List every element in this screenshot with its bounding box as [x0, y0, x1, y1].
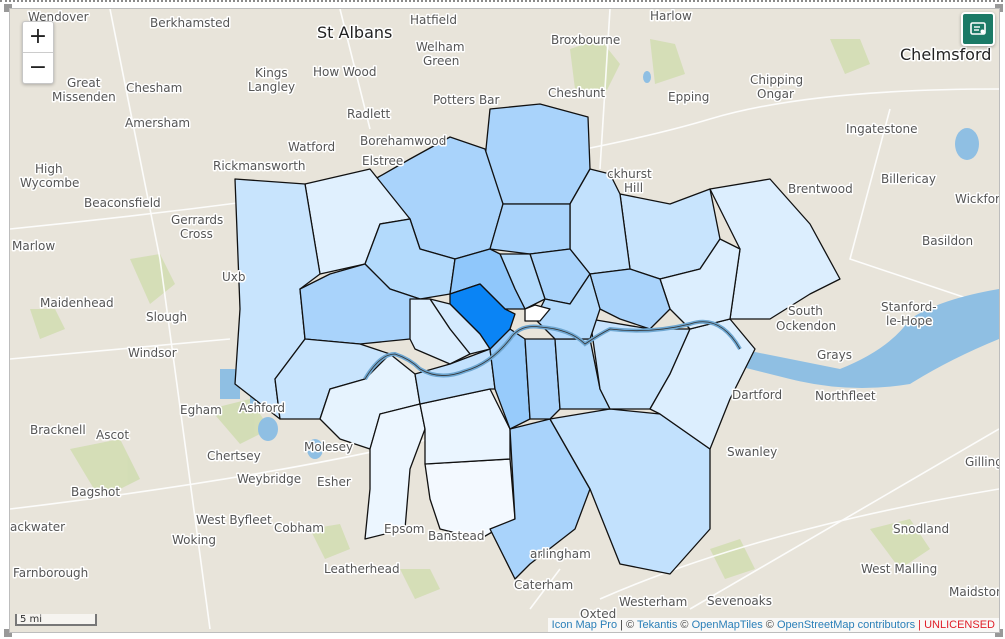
- label-northfleet: Northfleet: [815, 389, 876, 403]
- legend-card-icon: [970, 22, 986, 35]
- borough-layer: [234, 103, 841, 580]
- label-harlow: Harlow: [650, 9, 692, 23]
- label-missenden: Missenden: [52, 90, 116, 104]
- label-amersham: Amersham: [125, 116, 190, 130]
- label-chipping: Chipping: [750, 73, 803, 87]
- label-egham: Egham: [180, 403, 222, 417]
- label-farnborough: Farnborough: [13, 566, 88, 580]
- label-langley: Langley: [248, 80, 295, 94]
- label-green: Green: [423, 54, 459, 68]
- label-ingatestone: Ingatestone: [846, 122, 918, 136]
- label-west-byfleet: West Byfleet: [196, 513, 272, 527]
- label-epsom: Epsom: [384, 522, 424, 536]
- label-marlow: Marlow: [12, 239, 55, 253]
- attribution-sep-3: ©: [762, 619, 777, 631]
- label-south: South: [788, 304, 823, 318]
- zoom-out-button[interactable]: −: [23, 52, 53, 83]
- label-slough: Slough: [146, 310, 187, 324]
- label-molesey: Molesey: [304, 440, 353, 454]
- label-weybridge: Weybridge: [237, 472, 301, 486]
- label-woking: Woking: [172, 533, 216, 547]
- tekantis-link[interactable]: Tekantis: [637, 619, 677, 631]
- label-ockendon: Ockendon: [776, 319, 836, 333]
- borough-newham[interactable]: [589, 268, 671, 330]
- label-welham: Welham: [416, 40, 465, 54]
- label-st-albans: St Albans: [317, 23, 392, 42]
- label-rickmansworth: Rickmansworth: [213, 159, 306, 173]
- label-how-wood: How Wood: [313, 65, 376, 79]
- label-uxbridge: Uxb: [222, 270, 246, 284]
- icon-map-pro-link[interactable]: Icon Map Pro: [552, 619, 617, 631]
- label-windsor: Windsor: [128, 346, 177, 360]
- label-gillingham: Gilling: [965, 455, 999, 469]
- unlicensed-badge: | UNLICENSED: [915, 619, 995, 631]
- label-brentwood: Brentwood: [788, 182, 853, 196]
- label-stanford: Stanford-: [881, 300, 937, 314]
- label-ascot: Ascot: [96, 428, 129, 442]
- borough-southwark[interactable]: [524, 338, 561, 420]
- label-cross: Cross: [180, 227, 213, 241]
- openmaptiles-link[interactable]: OpenMapTiles: [692, 619, 763, 631]
- openstreetmap-link[interactable]: OpenStreetMap contributors: [777, 619, 915, 631]
- label-basildon: Basildon: [922, 234, 973, 248]
- label-billericay: Billericay: [881, 172, 936, 186]
- label-wycombe: Wycombe: [20, 176, 79, 190]
- borough-enfield[interactable]: [484, 103, 591, 205]
- label-broxbourne: Broxbourne: [551, 33, 620, 47]
- map-canvas[interactable]: Wendover Berkhamsted St Albans Hatfield …: [10, 9, 999, 632]
- label-bagshot: Bagshot: [71, 485, 120, 499]
- label-le-hope: le-Hope: [886, 314, 932, 328]
- label-snodland: Snodland: [893, 522, 949, 536]
- map-visual[interactable]: Wendover Berkhamsted St Albans Hatfield …: [9, 8, 1000, 633]
- label-blackwater: ackwater: [10, 520, 65, 534]
- label-swanley: Swanley: [727, 445, 777, 459]
- label-caterham: Caterham: [514, 578, 573, 592]
- label-chertsey: Chertsey: [207, 449, 261, 463]
- label-ashford: Ashford: [239, 401, 285, 415]
- zoom-in-button[interactable]: +: [23, 22, 53, 52]
- label-borehamwood: Borehamwood: [360, 134, 446, 148]
- label-epping: Epping: [668, 90, 709, 104]
- label-bracknell: Bracknell: [30, 423, 86, 437]
- label-warlingham: arlingham: [530, 547, 591, 561]
- label-beaconsfield: Beaconsfield: [84, 196, 161, 210]
- label-high: High: [35, 162, 63, 176]
- label-gerrards: Gerrards: [171, 213, 223, 227]
- attribution-sep-1: | ©: [617, 619, 638, 631]
- label-dartford: Dartford: [732, 388, 782, 402]
- label-great: Great: [67, 76, 101, 90]
- label-chesham: Chesham: [126, 81, 182, 95]
- label-radlett: Radlett: [347, 107, 390, 121]
- label-esher: Esher: [317, 475, 351, 489]
- label-potters-bar: Potters Bar: [433, 93, 500, 107]
- label-buckhurst: ckhurst: [607, 167, 652, 181]
- legend-toggle-button[interactable]: [961, 12, 995, 46]
- label-wickford: Wickford: [955, 192, 999, 206]
- label-elstree: Elstree: [362, 154, 403, 168]
- label-grays: Grays: [817, 348, 852, 362]
- label-chelmsford: Chelmsford: [900, 45, 991, 64]
- scale-bar: 5 mi: [15, 614, 97, 626]
- label-maidstone: Maidstone: [949, 585, 999, 599]
- zoom-control: + −: [22, 21, 54, 84]
- label-ongar: Ongar: [757, 87, 794, 101]
- borough-haringey[interactable]: [489, 203, 571, 255]
- label-maidenhead: Maidenhead: [40, 296, 114, 310]
- attribution-sep-2: ©: [677, 619, 692, 631]
- label-cheshunt: Cheshunt: [548, 86, 605, 100]
- label-watford: Watford: [288, 140, 335, 154]
- attribution: Icon Map Pro | © Tekantis © OpenMapTiles…: [547, 618, 999, 632]
- label-cobham: Cobham: [274, 521, 324, 535]
- label-leatherhead: Leatherhead: [324, 562, 400, 576]
- label-hill: Hill: [624, 181, 643, 195]
- label-sevenoaks: Sevenoaks: [707, 594, 772, 608]
- label-kings: Kings: [255, 66, 288, 80]
- label-westerham: Westerham: [619, 595, 687, 609]
- label-hatfield: Hatfield: [410, 13, 457, 27]
- label-berkhamsted: Berkhamsted: [150, 16, 230, 30]
- label-banstead: Banstead: [428, 529, 485, 543]
- label-west-malling: West Malling: [861, 562, 937, 576]
